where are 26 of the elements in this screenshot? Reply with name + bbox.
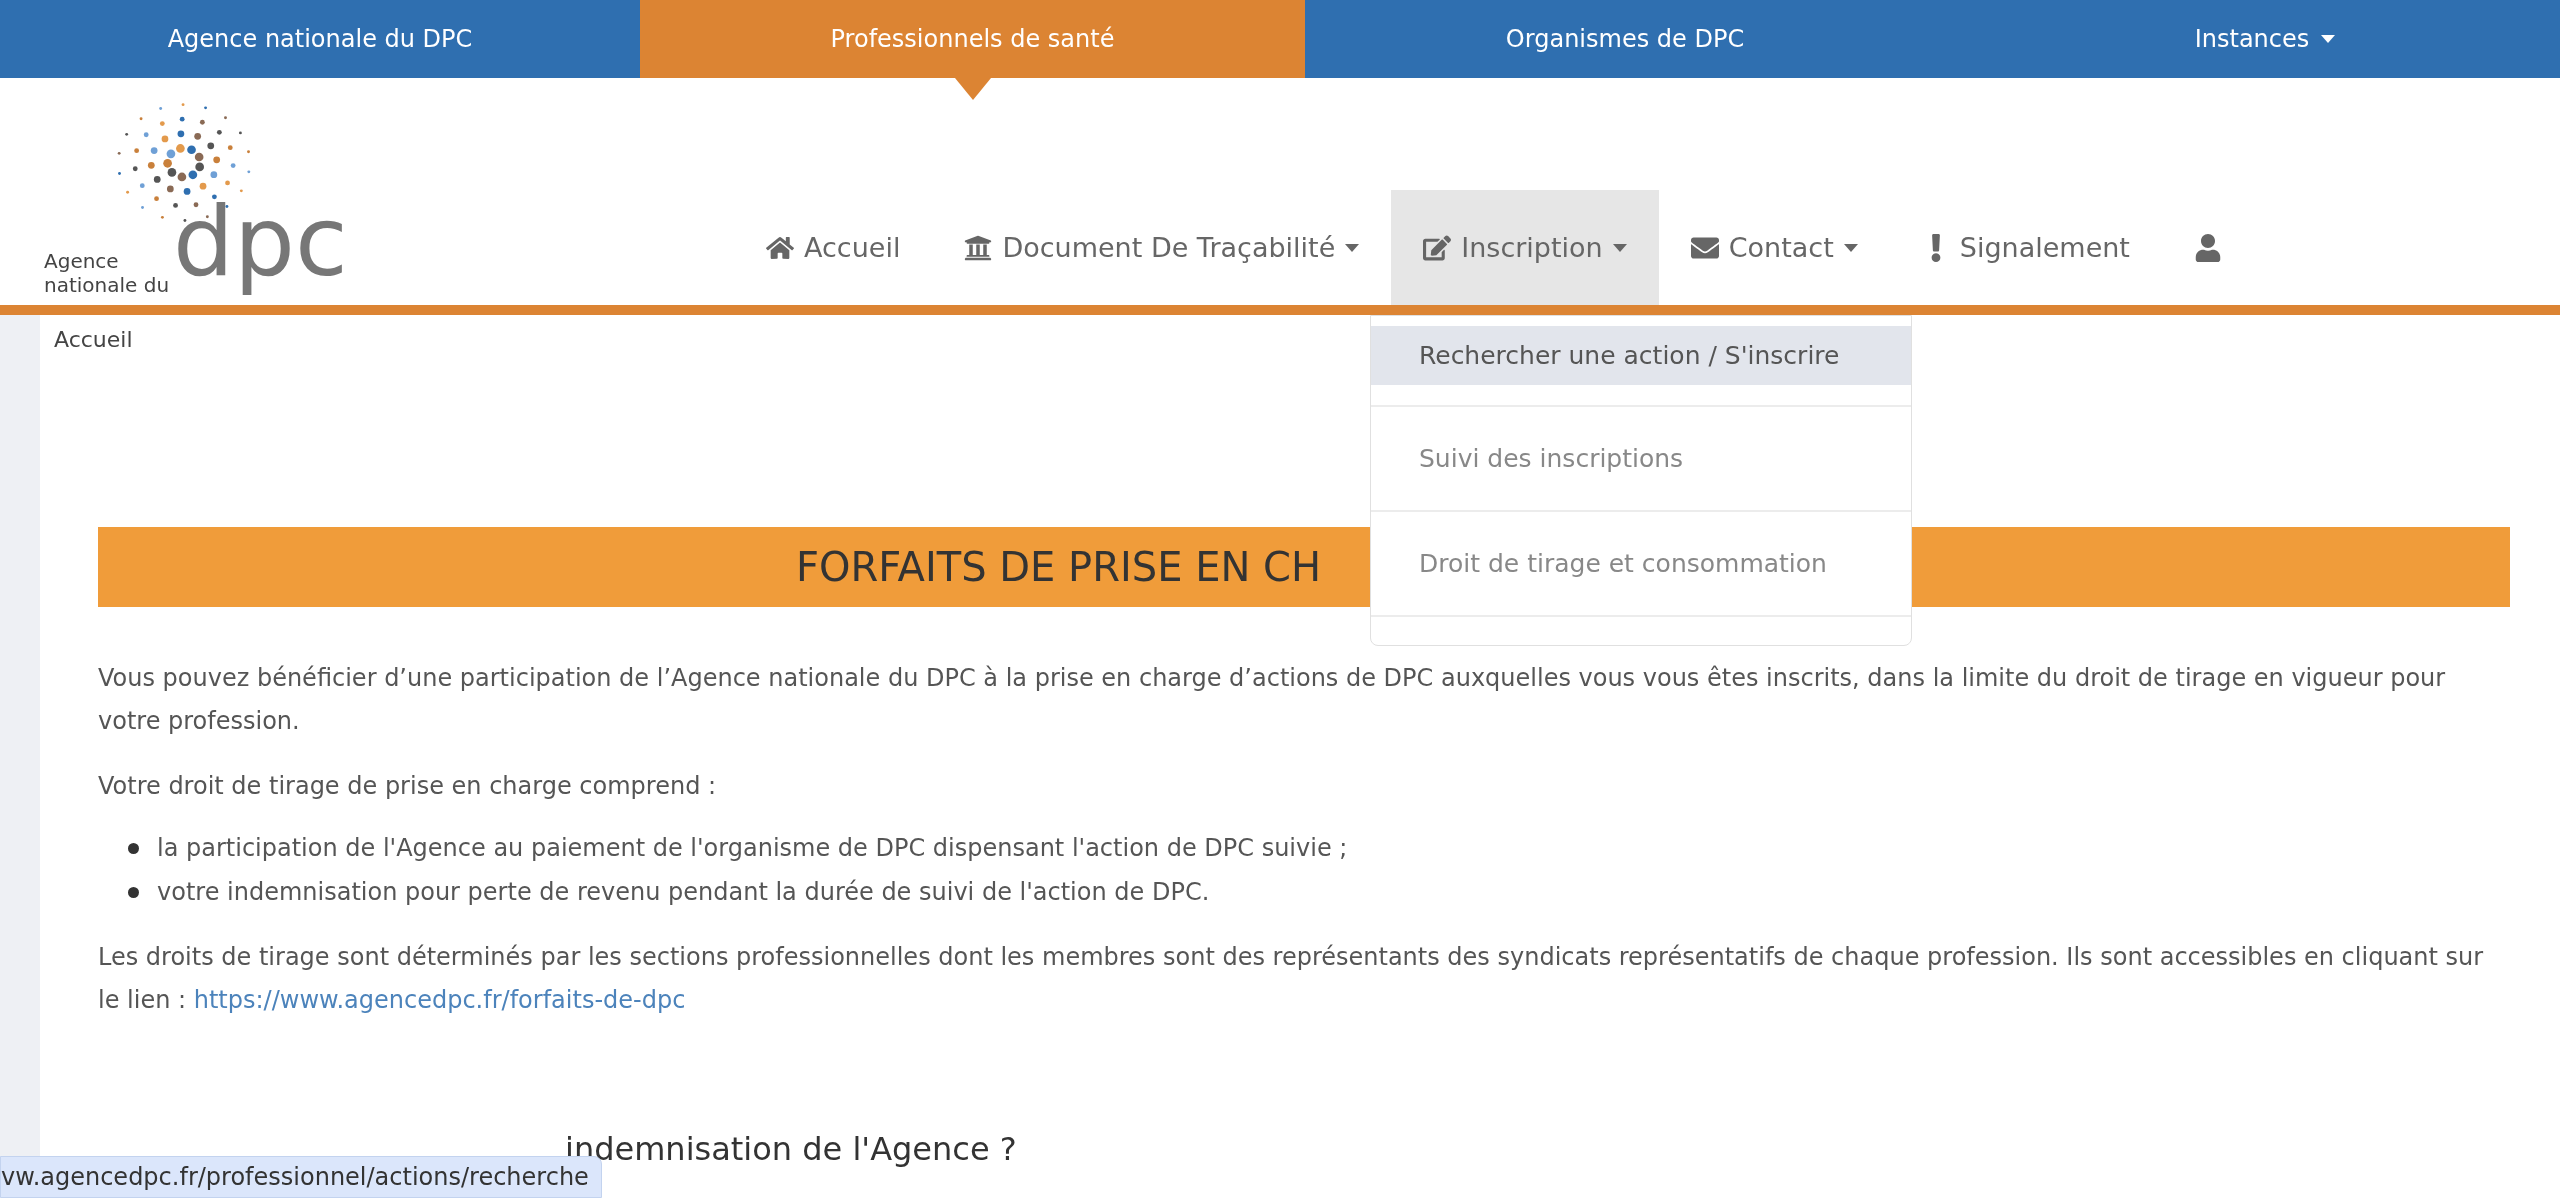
paragraph: Vous pouvez bénéficier d’une participation de l’Agence nationale du DPC à la prise en charge d’actions de DPC auxquelles vous vous êtes inscrits, dans la limite du droit de tirage en vigueur pour votre profession. — [98, 663, 2447, 737]
nav-item[interactable]: Document De Traçabilité — [932, 190, 1392, 305]
logo-mark: dpc — [173, 185, 348, 301]
caret-icon — [1843, 243, 1858, 252]
list-item: votre indemnisation pour perte de revenu pendant la durée de suivi de l'action de DPC. — [157, 877, 1210, 908]
caret-icon — [1345, 243, 1360, 252]
nav-item[interactable]: Contact — [1658, 190, 1890, 305]
user-icon — [2193, 233, 2222, 262]
logo-text: Agence — [44, 249, 120, 273]
nav-item[interactable]: Accueil — [734, 190, 933, 305]
logo-text: nationale du — [44, 273, 170, 297]
paragraph: Les droits de tirage sont déterminés par les sections professionnelles dont les membres sont des représentants des syndicats représentatifs de chaque profession. Ils sont accessibles en cliquant sur le lien : https://www.agencedpc.fr/forfaits-de-dpc — [98, 942, 2485, 1016]
caret-icon — [2321, 35, 2336, 43]
menu-item[interactable]: Rechercher une action / S'inscrire — [1371, 326, 1911, 385]
bullet-icon — [128, 842, 139, 854]
caret-icon — [1612, 243, 1627, 252]
nav-item[interactable]: Inscription — [1391, 190, 1659, 305]
list-item: la participation de l'Agence au paiement de l'organisme de DPC dispensant l'action de DPC suivie ; — [157, 833, 1348, 864]
bank-icon — [964, 233, 993, 262]
paragraph: Votre droit de tirage de prise en charge comprend : — [98, 771, 718, 802]
breadcrumb: Accueil — [54, 327, 134, 352]
bullet-icon — [128, 886, 139, 898]
nav-item[interactable]: Signalement — [1889, 190, 2162, 305]
tab-pointer-icon — [954, 78, 991, 100]
edit-icon — [1423, 233, 1452, 262]
link[interactable]: https://www.agencedpc.fr/forfaits-de-dpc — [193, 986, 686, 1014]
